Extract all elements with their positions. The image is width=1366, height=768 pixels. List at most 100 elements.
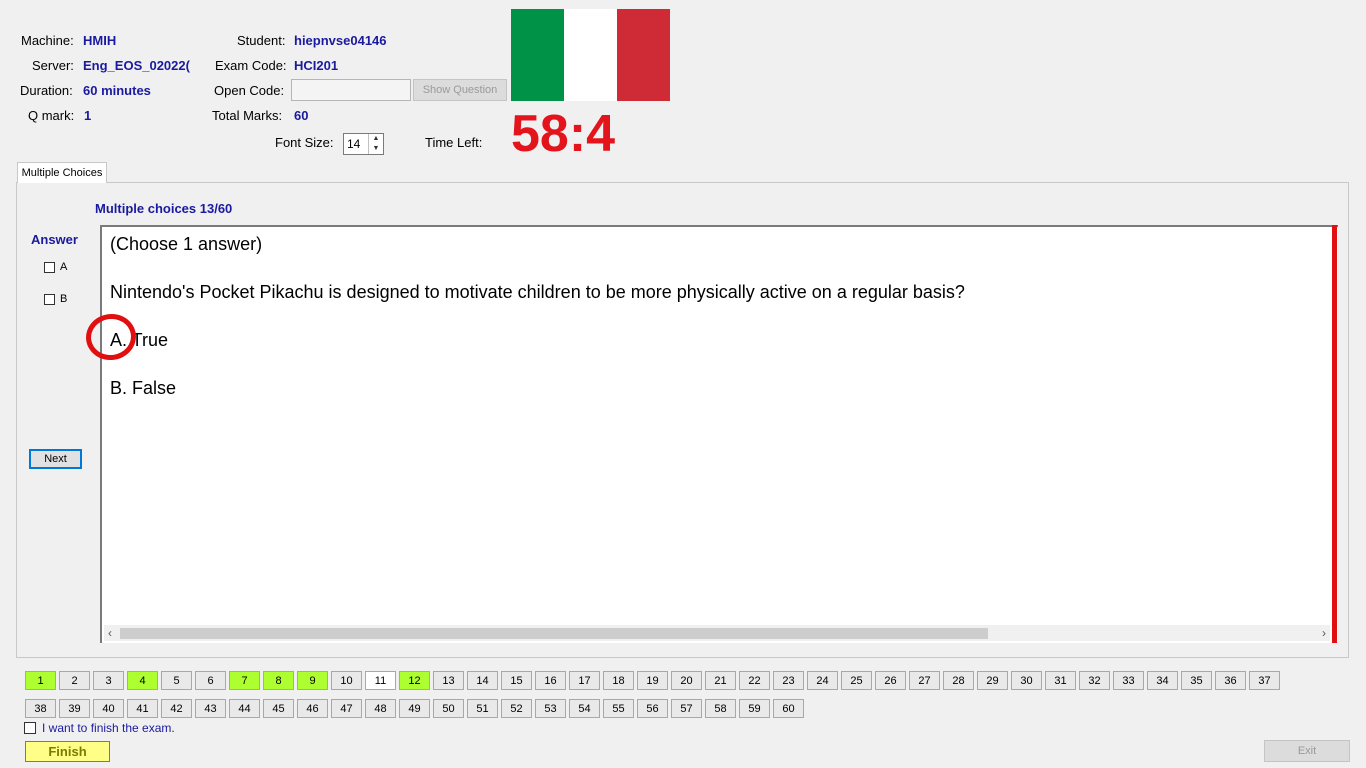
question-nav-button-60[interactable]: 60 (773, 699, 804, 718)
question-counter: Multiple choices 13/60 (95, 201, 233, 216)
answer-title: Answer (31, 232, 78, 247)
question-nav-button-52[interactable]: 52 (501, 699, 532, 718)
question-nav-button-58[interactable]: 58 (705, 699, 736, 718)
question-nav-button-27[interactable]: 27 (909, 671, 940, 690)
question-nav-button-5[interactable]: 5 (161, 671, 192, 690)
show-question-button[interactable]: Show Question (413, 79, 507, 101)
question-nav-button-38[interactable]: 38 (25, 699, 56, 718)
answer-option-a[interactable]: A (44, 261, 67, 273)
question-nav-button-1[interactable]: 1 (25, 671, 56, 690)
question-nav-button-26[interactable]: 26 (875, 671, 906, 690)
exit-button[interactable]: Exit (1264, 740, 1350, 762)
student-label: Student: (237, 33, 286, 48)
question-nav-button-50[interactable]: 50 (433, 699, 464, 718)
question-nav-button-48[interactable]: 48 (365, 699, 396, 718)
question-nav-button-14[interactable]: 14 (467, 671, 498, 690)
question-nav-button-42[interactable]: 42 (161, 699, 192, 718)
question-nav-button-23[interactable]: 23 (773, 671, 804, 690)
question-nav-button-6[interactable]: 6 (195, 671, 226, 690)
answer-b-label: B (60, 293, 68, 305)
total-marks-label: Total Marks: (212, 108, 283, 123)
question-nav-button-36[interactable]: 36 (1215, 671, 1246, 690)
question-nav-button-13[interactable]: 13 (433, 671, 464, 690)
question-nav-button-57[interactable]: 57 (671, 699, 702, 718)
question-nav-button-45[interactable]: 45 (263, 699, 294, 718)
question-nav-button-17[interactable]: 17 (569, 671, 600, 690)
server-label: Server: (32, 58, 74, 73)
question-nav-button-2[interactable]: 2 (59, 671, 90, 690)
question-nav-button-11[interactable]: 11 (365, 671, 396, 690)
question-nav-button-40[interactable]: 40 (93, 699, 124, 718)
question-nav-button-39[interactable]: 39 (59, 699, 90, 718)
question-nav-button-41[interactable]: 41 (127, 699, 158, 718)
question-nav-button-33[interactable]: 33 (1113, 671, 1144, 690)
question-nav-button-25[interactable]: 25 (841, 671, 872, 690)
font-size-label: Font Size: (275, 135, 334, 150)
font-size-value: 14 (347, 137, 361, 151)
horizontal-scrollbar[interactable]: ‹ › (104, 625, 1330, 641)
tab-multiple-choices[interactable]: Multiple Choices (17, 162, 107, 183)
answer-b-checkbox[interactable] (44, 293, 55, 305)
question-nav-button-24[interactable]: 24 (807, 671, 838, 690)
question-nav-button-53[interactable]: 53 (535, 699, 566, 718)
chevron-down-icon[interactable]: ▼ (369, 144, 383, 154)
question-nav-button-59[interactable]: 59 (739, 699, 770, 718)
flag-stripe-white (564, 9, 617, 101)
question-nav-button-55[interactable]: 55 (603, 699, 634, 718)
question-nav-button-34[interactable]: 34 (1147, 671, 1178, 690)
question-nav-button-28[interactable]: 28 (943, 671, 974, 690)
machine-label: Machine: (21, 33, 74, 48)
scrollbar-thumb[interactable] (120, 628, 988, 639)
question-nav-button-19[interactable]: 19 (637, 671, 668, 690)
question-text-box: (Choose 1 answer) Nintendo's Pocket Pika… (100, 225, 1338, 643)
question-nav-button-21[interactable]: 21 (705, 671, 736, 690)
question-nav-button-4[interactable]: 4 (127, 671, 158, 690)
question-nav-button-9[interactable]: 9 (297, 671, 328, 690)
exam-code-label: Exam Code: (215, 58, 287, 73)
scroll-right-icon[interactable]: › (1322, 625, 1326, 641)
question-nav-button-54[interactable]: 54 (569, 699, 600, 718)
finish-exam-checkbox[interactable] (24, 722, 36, 734)
scroll-left-icon[interactable]: ‹ (108, 625, 112, 641)
qmark-label: Q mark: (28, 108, 75, 123)
question-nav-button-15[interactable]: 15 (501, 671, 532, 690)
red-vertical-bar (1332, 225, 1337, 643)
answer-option-b[interactable]: B (44, 293, 67, 305)
question-nav-button-10[interactable]: 10 (331, 671, 362, 690)
question-nav-button-32[interactable]: 32 (1079, 671, 1110, 690)
timer-value: 58:4 (511, 105, 616, 163)
student-value: hiepnvse04146 (294, 33, 387, 48)
chevron-up-icon[interactable]: ▲ (369, 134, 383, 144)
question-nav-button-7[interactable]: 7 (229, 671, 260, 690)
question-nav-button-3[interactable]: 3 (93, 671, 124, 690)
question-instruction: (Choose 1 answer) (110, 234, 263, 254)
question-nav-button-56[interactable]: 56 (637, 699, 668, 718)
open-code-input[interactable] (291, 79, 411, 101)
question-nav-button-22[interactable]: 22 (739, 671, 770, 690)
question-nav-button-35[interactable]: 35 (1181, 671, 1212, 690)
question-nav-button-31[interactable]: 31 (1045, 671, 1076, 690)
open-code-label: Open Code: (214, 83, 285, 98)
font-size-stepper[interactable]: 14 ▲ ▼ (343, 133, 384, 155)
question-nav-button-18[interactable]: 18 (603, 671, 634, 690)
question-nav-button-8[interactable]: 8 (263, 671, 294, 690)
question-nav-button-43[interactable]: 43 (195, 699, 226, 718)
question-nav-button-12[interactable]: 12 (399, 671, 430, 690)
finish-button[interactable]: Finish (25, 741, 110, 762)
question-nav-button-44[interactable]: 44 (229, 699, 260, 718)
answer-a-label: A (60, 261, 68, 273)
question-nav-button-47[interactable]: 47 (331, 699, 362, 718)
question-nav-button-29[interactable]: 29 (977, 671, 1008, 690)
question-nav-button-16[interactable]: 16 (535, 671, 566, 690)
question-nav-button-37[interactable]: 37 (1249, 671, 1280, 690)
question-nav-button-51[interactable]: 51 (467, 699, 498, 718)
next-button[interactable]: Next (29, 449, 82, 469)
question-nav-button-49[interactable]: 49 (399, 699, 430, 718)
flag-stripe-green (511, 9, 564, 101)
question-nav-button-46[interactable]: 46 (297, 699, 328, 718)
question-nav-button-20[interactable]: 20 (671, 671, 702, 690)
qmark-value: 1 (84, 108, 92, 123)
answer-a-checkbox[interactable] (44, 261, 55, 273)
question-nav-button-30[interactable]: 30 (1011, 671, 1042, 690)
finish-exam-checkbox-row[interactable]: I want to finish the exam. (24, 721, 175, 735)
